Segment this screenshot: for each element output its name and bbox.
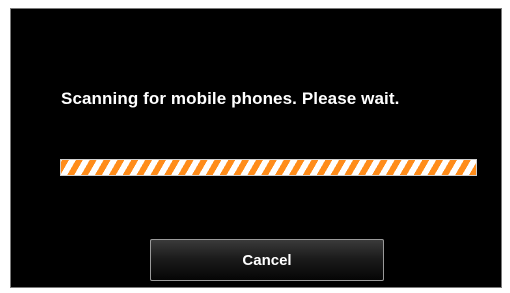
scan-status-message: Scanning for mobile phones. Please wait. [61, 89, 400, 108]
cancel-button[interactable]: Cancel [150, 239, 384, 281]
progress-stripes [61, 160, 476, 175]
scan-dialog: Scanning for mobile phones. Please wait.… [10, 8, 502, 288]
scan-progress-bar [60, 159, 477, 176]
